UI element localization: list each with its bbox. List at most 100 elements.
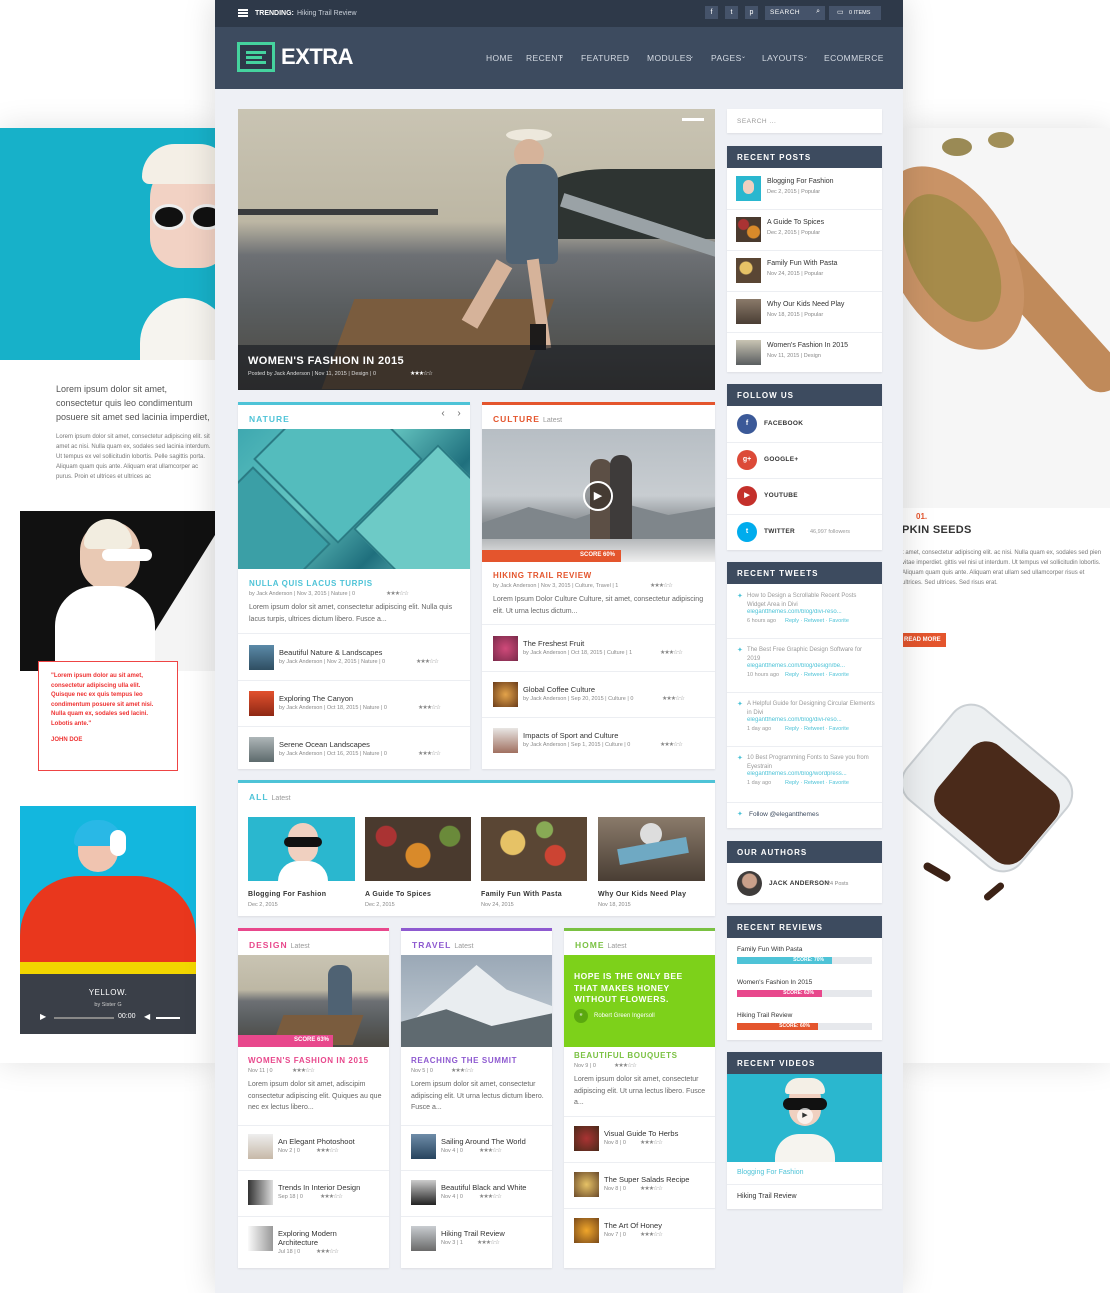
pinterest-icon[interactable]: p: [745, 6, 758, 19]
travel-item-title[interactable]: Beautiful Black and White: [441, 1183, 526, 1192]
video-thumb[interactable]: ▶: [727, 1074, 882, 1162]
landscape-thumb[interactable]: [249, 645, 274, 670]
nav-home[interactable]: HOME: [486, 53, 513, 63]
design-item-title[interactable]: Exploring Modern Architecture: [278, 1229, 378, 1247]
review-title[interactable]: Family Fun With Pasta: [737, 946, 802, 953]
tweet-actions[interactable]: Reply · Retweet · Favorite: [785, 618, 849, 624]
author-name[interactable]: JACK ANDERSON: [769, 880, 829, 887]
hero-title[interactable]: WOMEN'S FASHION IN 2015: [248, 355, 404, 367]
twitter-icon[interactable]: t: [737, 522, 757, 542]
design-item-title[interactable]: An Elegant Photoshoot: [278, 1137, 355, 1146]
nav-recent[interactable]: RECENT: [526, 53, 563, 63]
fruit-thumb[interactable]: [493, 636, 518, 661]
agave-photo[interactable]: [238, 429, 470, 569]
tweet-actions[interactable]: Reply · Retweet · Favorite: [785, 672, 849, 678]
follow-twitter-link[interactable]: Follow @elegantthemes: [749, 811, 819, 818]
trending-link[interactable]: Hiking Trail Review: [297, 10, 357, 17]
post-thumb-fashion[interactable]: [736, 176, 761, 201]
twitter-icon[interactable]: t: [725, 6, 738, 19]
tweet-actions[interactable]: Reply · Retweet · Favorite: [785, 780, 849, 786]
design-item-title[interactable]: Trends In Interior Design: [278, 1183, 360, 1192]
travel-item-title[interactable]: Sailing Around The World: [441, 1137, 526, 1146]
audio-player[interactable]: YELLOW. by Sister G ▶ 00:00 ◀: [20, 974, 196, 1034]
menu-icon[interactable]: [238, 9, 248, 17]
nav-pages[interactable]: PAGES: [711, 53, 742, 63]
sailing-thumb[interactable]: [411, 1134, 436, 1159]
slider-dots[interactable]: [682, 118, 704, 121]
nature-prev-arrow[interactable]: ‹: [436, 408, 450, 426]
travel-feature-title[interactable]: REACHING THE SUMMIT: [411, 1056, 517, 1065]
all-item-title[interactable]: Family Fun With Pasta: [481, 891, 562, 898]
read-more-button[interactable]: READ MORE: [902, 633, 946, 647]
design-feature-photo[interactable]: [238, 955, 389, 1047]
black-white-thumb[interactable]: [411, 1180, 436, 1205]
sidebar-search-input[interactable]: SEARCH ...: [727, 109, 882, 133]
herbs-thumb[interactable]: [574, 1126, 599, 1151]
nature-item-title[interactable]: Exploring The Canyon: [279, 694, 353, 703]
facebook-icon[interactable]: f: [705, 6, 718, 19]
culture-item-title[interactable]: The Freshest Fruit: [523, 639, 584, 648]
search-icon[interactable]: ⌕: [816, 8, 820, 16]
design-feature-title[interactable]: WOMEN'S FASHION IN 2015: [248, 1056, 369, 1065]
video-item-title[interactable]: Hiking Trail Review: [737, 1193, 797, 1200]
play-video-icon[interactable]: ▶: [583, 481, 613, 511]
nav-modules[interactable]: MODULES: [647, 53, 692, 63]
extra-logo-icon[interactable]: [237, 42, 275, 72]
kids-play-thumb[interactable]: [598, 817, 705, 881]
home-item-title[interactable]: Visual Guide To Herbs: [604, 1129, 678, 1138]
all-item-title[interactable]: Blogging For Fashion: [248, 891, 326, 898]
salad-thumb[interactable]: [574, 1172, 599, 1197]
play-video-icon[interactable]: ▶: [797, 1108, 813, 1124]
google-follow-link[interactable]: GOOGLE+: [764, 456, 798, 463]
tweet-link[interactable]: elegantthemes.com/blog/divi-reso...: [747, 609, 875, 615]
travel-item-title[interactable]: Hiking Trail Review: [441, 1229, 505, 1238]
cart-button[interactable]: ▭ 0 ITEMS: [829, 6, 881, 20]
culture-feature-title[interactable]: HIKING TRAIL REVIEW: [493, 571, 592, 580]
hero-featured-post[interactable]: WOMEN'S FASHION IN 2015 Posted by Jack A…: [238, 109, 715, 390]
interior-thumb[interactable]: [248, 1180, 273, 1205]
all-item-title[interactable]: A Guide To Spices: [365, 891, 431, 898]
review-title[interactable]: Hiking Trail Review: [737, 1012, 792, 1019]
play-icon[interactable]: ▶: [40, 1012, 46, 1021]
recent-post-title[interactable]: Why Our Kids Need Play: [767, 301, 844, 308]
recent-post-title[interactable]: Family Fun With Pasta: [767, 260, 837, 267]
couple-mountain-photo[interactable]: ▶: [482, 429, 715, 562]
post-thumb-spices[interactable]: [736, 217, 761, 242]
recent-post-title[interactable]: Women's Fashion In 2015: [767, 342, 848, 349]
architecture-thumb[interactable]: [248, 1226, 273, 1251]
photoshoot-thumb[interactable]: [248, 1134, 273, 1159]
recent-post-title[interactable]: A Guide To Spices: [767, 219, 824, 226]
post-thumb-women-fashion[interactable]: [736, 340, 761, 365]
all-item-title[interactable]: Why Our Kids Need Play: [598, 891, 686, 898]
video-item-title[interactable]: Blogging For Fashion: [737, 1169, 804, 1176]
tweet-actions[interactable]: Reply · Retweet · Favorite: [785, 726, 849, 732]
culture-item-title[interactable]: Impacts of Sport and Culture: [523, 731, 618, 740]
mountain-photo[interactable]: [401, 955, 552, 1047]
culture-item-title[interactable]: Global Coffee Culture: [523, 685, 595, 694]
post-thumb-pasta[interactable]: [736, 258, 761, 283]
review-title[interactable]: Women's Fashion In 2015: [737, 979, 812, 986]
coffee-thumb[interactable]: [493, 682, 518, 707]
site-logo-text[interactable]: EXTRA: [281, 44, 354, 70]
nature-feature-title[interactable]: NULLA QUIS LACUS TURPIS: [249, 579, 373, 588]
tweet-link[interactable]: elegantthemes.com/blog/design/be...: [747, 663, 875, 669]
blogging-fashion-thumb[interactable]: [248, 817, 355, 881]
honey-thumb[interactable]: [574, 1218, 599, 1243]
audio-progress-bar[interactable]: [54, 1017, 114, 1019]
facebook-icon[interactable]: f: [737, 414, 757, 434]
author-avatar[interactable]: [737, 871, 762, 896]
canyon-thumb[interactable]: [249, 691, 274, 716]
home-item-title[interactable]: The Art Of Honey: [604, 1221, 662, 1230]
tweet-link[interactable]: elegantthemes.com/blog/divi-reso...: [747, 717, 875, 723]
google-icon[interactable]: g+: [737, 450, 757, 470]
home-feature-title[interactable]: BEAUTIFUL BOUQUETS: [574, 1051, 678, 1060]
header-search-input[interactable]: SEARCH ⌕: [765, 6, 825, 20]
hiking-thumb[interactable]: [411, 1226, 436, 1251]
post-thumb-kids[interactable]: [736, 299, 761, 324]
spices-thumb[interactable]: [365, 817, 471, 881]
sport-thumb[interactable]: [493, 728, 518, 753]
nature-next-arrow[interactable]: ›: [452, 408, 466, 426]
youtube-follow-link[interactable]: YOUTUBE: [764, 492, 798, 499]
pasta-thumb[interactable]: [481, 817, 587, 881]
tweet-link[interactable]: elegantthemes.com/blog/wordpress...: [747, 771, 875, 777]
